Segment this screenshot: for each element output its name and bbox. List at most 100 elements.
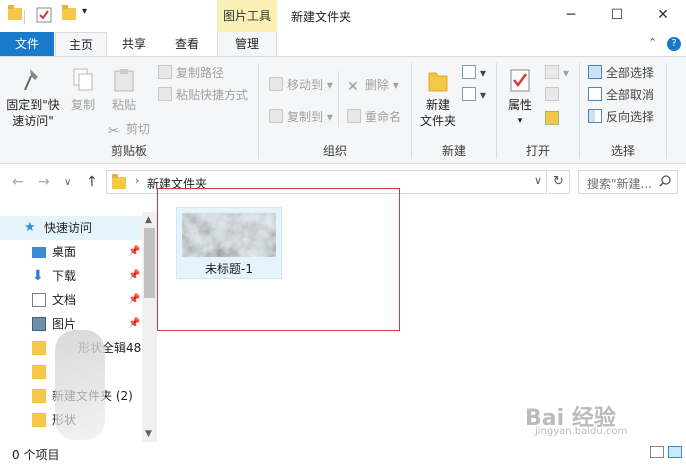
search-input[interactable]: 搜索"新建... — [578, 170, 678, 194]
folder-icon — [32, 341, 46, 355]
paste-label: 粘贴 — [111, 98, 136, 112]
pin-quick-access-button[interactable]: 固定到"快 速访问" — [4, 67, 62, 129]
address-dropdown-icon[interactable]: ∨ — [534, 174, 542, 187]
copy-path-button[interactable]: 复制路径 — [158, 63, 224, 83]
paste-icon — [113, 67, 135, 93]
pin-icon[interactable]: 📌 — [128, 288, 140, 312]
invert-selection-label: 反向选择 — [606, 110, 655, 124]
copy-button[interactable]: 复制 — [66, 67, 100, 113]
nav-item-documents[interactable]: 文档 📌 — [0, 288, 142, 312]
nav-item-downloads[interactable]: ⬇ 下载 📌 — [0, 264, 142, 288]
select-all-button[interactable]: 全部选择 — [588, 63, 654, 83]
pin-icon[interactable]: 📌 — [128, 312, 140, 336]
pin-icon[interactable]: 📌 — [128, 240, 140, 264]
new-item-icon — [462, 65, 476, 79]
pin-icon[interactable]: 📌 — [128, 264, 140, 288]
easy-access-icon — [462, 87, 476, 101]
scroll-thumb[interactable] — [144, 228, 155, 298]
delete-icon: ✕ — [347, 79, 359, 95]
open-icon — [545, 65, 559, 79]
back-button[interactable]: ← — [12, 174, 24, 190]
edit-button[interactable] — [545, 85, 563, 105]
tab-file[interactable]: 文件 — [0, 32, 54, 56]
tab-home[interactable]: 主页 — [55, 32, 107, 56]
organize-group: 移动到 ▾ 复制到 ▾ ✕ 删除 ▾ 重命名 组织 — [259, 57, 411, 163]
divider — [24, 10, 25, 24]
folder-icon — [8, 5, 22, 20]
cut-button[interactable]: ✂ 剪切 — [108, 119, 150, 139]
divider — [338, 71, 339, 127]
status-bar: 0 个项目 — [0, 442, 686, 465]
document-icon — [32, 293, 46, 307]
delete-button[interactable]: ✕ 删除 ▾ — [347, 75, 399, 95]
rename-button[interactable]: 重命名 — [347, 107, 401, 127]
tab-manage[interactable]: 管理 — [217, 32, 277, 56]
paste-shortcut-button[interactable]: 粘贴快捷方式 — [158, 85, 248, 105]
minimize-button[interactable]: ─ — [548, 0, 594, 30]
select-none-icon — [588, 87, 602, 101]
properties-dropdown-icon[interactable]: ▾ — [503, 113, 537, 129]
nav-scrollbar[interactable]: ▲ ▼ — [142, 212, 157, 442]
new-folder-button[interactable]: 新建 文件夹 — [416, 67, 460, 129]
close-button[interactable]: ✕ — [640, 0, 686, 30]
properties-label: 属性 — [507, 98, 532, 112]
move-to-button[interactable]: 移动到 ▾ — [269, 75, 333, 95]
help-icon[interactable]: ? — [667, 37, 681, 51]
copy-to-label: 复制到 — [287, 110, 324, 124]
clipboard-group: 固定到"快 速访问" 复制 粘贴 复制路径 粘贴快捷方式 ✂ 剪切 剪贴板 — [0, 57, 258, 163]
new-group-label: 新建 — [441, 144, 466, 158]
copy-to-button[interactable]: 复制到 ▾ — [269, 107, 333, 127]
open-button[interactable]: ▾ — [545, 63, 569, 83]
new-folder-quick-icon[interactable] — [62, 5, 76, 20]
new-item-button[interactable]: ▾ — [462, 63, 486, 83]
tab-share[interactable]: 共享 — [110, 32, 158, 56]
collapse-ribbon-icon[interactable]: ⌃ — [648, 36, 657, 49]
customize-quick-access-icon[interactable]: ▾ — [82, 6, 87, 17]
folder-icon — [32, 389, 46, 403]
watermark-url: jingyan.baidu.com — [535, 426, 628, 437]
open-group-label: 打开 — [525, 144, 550, 158]
details-view-icon[interactable] — [650, 446, 664, 458]
chevron-right-icon[interactable]: › — [135, 174, 139, 187]
select-all-label: 全部选择 — [606, 66, 655, 80]
edit-icon — [545, 87, 559, 101]
recent-locations-button[interactable]: ∨ — [64, 177, 71, 188]
select-none-label: 全部取消 — [606, 88, 655, 102]
tab-view[interactable]: 查看 — [162, 32, 212, 56]
copy-icon — [72, 67, 94, 93]
nav-item-quick-access[interactable]: ★ 快速访问 — [0, 216, 142, 240]
scroll-up-icon[interactable]: ▲ — [145, 215, 152, 225]
nav-item-label: 文档 — [52, 293, 77, 307]
large-icons-view-icon[interactable] — [668, 446, 682, 458]
nav-item-label: 快速访问 — [44, 221, 93, 235]
highlight-frame — [157, 188, 400, 331]
delete-label: 删除 — [365, 78, 390, 92]
folder-icon — [32, 365, 46, 379]
paste-shortcut-icon — [158, 87, 172, 101]
select-none-button[interactable]: 全部取消 — [588, 85, 654, 105]
invert-selection-button[interactable]: 反向选择 — [588, 107, 654, 127]
rename-label: 重命名 — [365, 110, 402, 124]
maximize-button[interactable]: ☐ — [594, 0, 640, 30]
refresh-button[interactable]: ↻ — [548, 170, 570, 194]
history-button[interactable] — [545, 109, 563, 129]
scissors-icon: ✂ — [108, 124, 119, 139]
paste-button[interactable]: 粘贴 — [106, 67, 142, 113]
ribbon-tabs: 文件 主页 共享 查看 管理 ⌃ ? — [0, 32, 686, 56]
scroll-down-icon[interactable]: ▼ — [145, 429, 152, 439]
picture-tools-tab: 图片工具 — [217, 0, 277, 32]
properties-button[interactable]: 属性 ▾ — [503, 67, 537, 129]
select-group-label: 选择 — [610, 144, 635, 158]
rename-icon — [347, 109, 361, 123]
properties-quick-icon[interactable] — [36, 7, 52, 26]
up-button[interactable]: ↑ — [86, 174, 98, 190]
forward-button[interactable]: → — [38, 174, 50, 190]
cut-label: 剪切 — [126, 122, 151, 136]
pin-label-1: 固定到"快 — [6, 98, 60, 112]
easy-access-button[interactable]: ▾ — [462, 85, 486, 105]
paste-shortcut-label: 粘贴快捷方式 — [176, 88, 249, 102]
organize-group-label: 组织 — [322, 144, 347, 158]
clipboard-group-label: 剪贴板 — [110, 144, 147, 158]
pin-label-2: 速访问" — [12, 114, 54, 128]
nav-item-desktop[interactable]: 桌面 📌 — [0, 240, 142, 264]
